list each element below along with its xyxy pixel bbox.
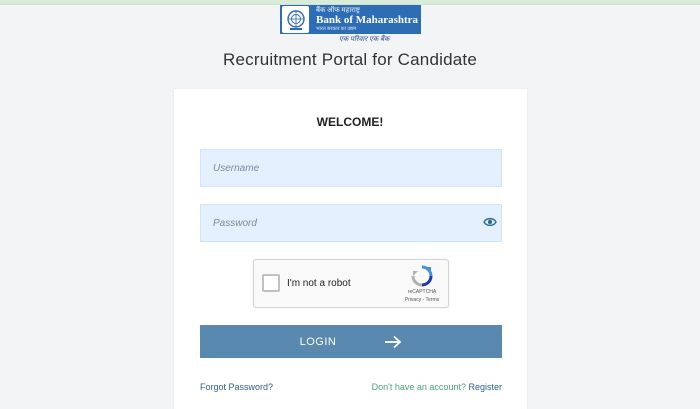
bank-emblem-icon: [282, 6, 309, 33]
forgot-password-link[interactable]: Forgot Password?: [200, 382, 273, 392]
recaptcha-logo-icon: [411, 265, 433, 287]
login-card: [174, 89, 527, 409]
login-button-label: LOGIN: [299, 335, 337, 348]
bank-hindi-name: बैंक ऑफ महाराष्ट्र: [316, 6, 360, 14]
welcome-heading: WELCOME!: [316, 115, 384, 129]
page-title: Recruitment Portal for Candidate: [223, 50, 477, 69]
bank-logo-text: बैंक ऑफ महाराष्ट्र Bank of Maharashtra भ…: [316, 6, 419, 33]
recaptcha-widget: I'm not a robot reCAPTCHA Privacy - Term…: [253, 259, 449, 308]
bank-logo: बैंक ऑफ महाराष्ट्र Bank of Maharashtra भ…: [280, 5, 421, 34]
arrow-right-icon: [385, 335, 402, 348]
bank-tagline: भारत सरकार का उद्यम: [316, 27, 357, 32]
login-button[interactable]: LOGIN: [200, 325, 502, 358]
username-input[interactable]: [200, 149, 502, 187]
eye-icon[interactable]: [483, 216, 497, 228]
bank-english-name: Bank of Maharashtra: [316, 14, 419, 26]
recaptcha-label: I'm not a robot: [287, 278, 351, 289]
recaptcha-brand: reCAPTCHA: [407, 289, 437, 295]
register-link[interactable]: Register: [468, 382, 502, 392]
recaptcha-links[interactable]: Privacy - Terms: [400, 297, 444, 303]
register-prompt: Don't have an account?: [371, 382, 466, 392]
password-input[interactable]: [200, 204, 502, 242]
register-line: Don't have an account? Register: [372, 382, 502, 392]
bank-slogan: एक परिवार एक बैंक: [339, 35, 390, 43]
recaptcha-checkbox[interactable]: [262, 274, 280, 292]
